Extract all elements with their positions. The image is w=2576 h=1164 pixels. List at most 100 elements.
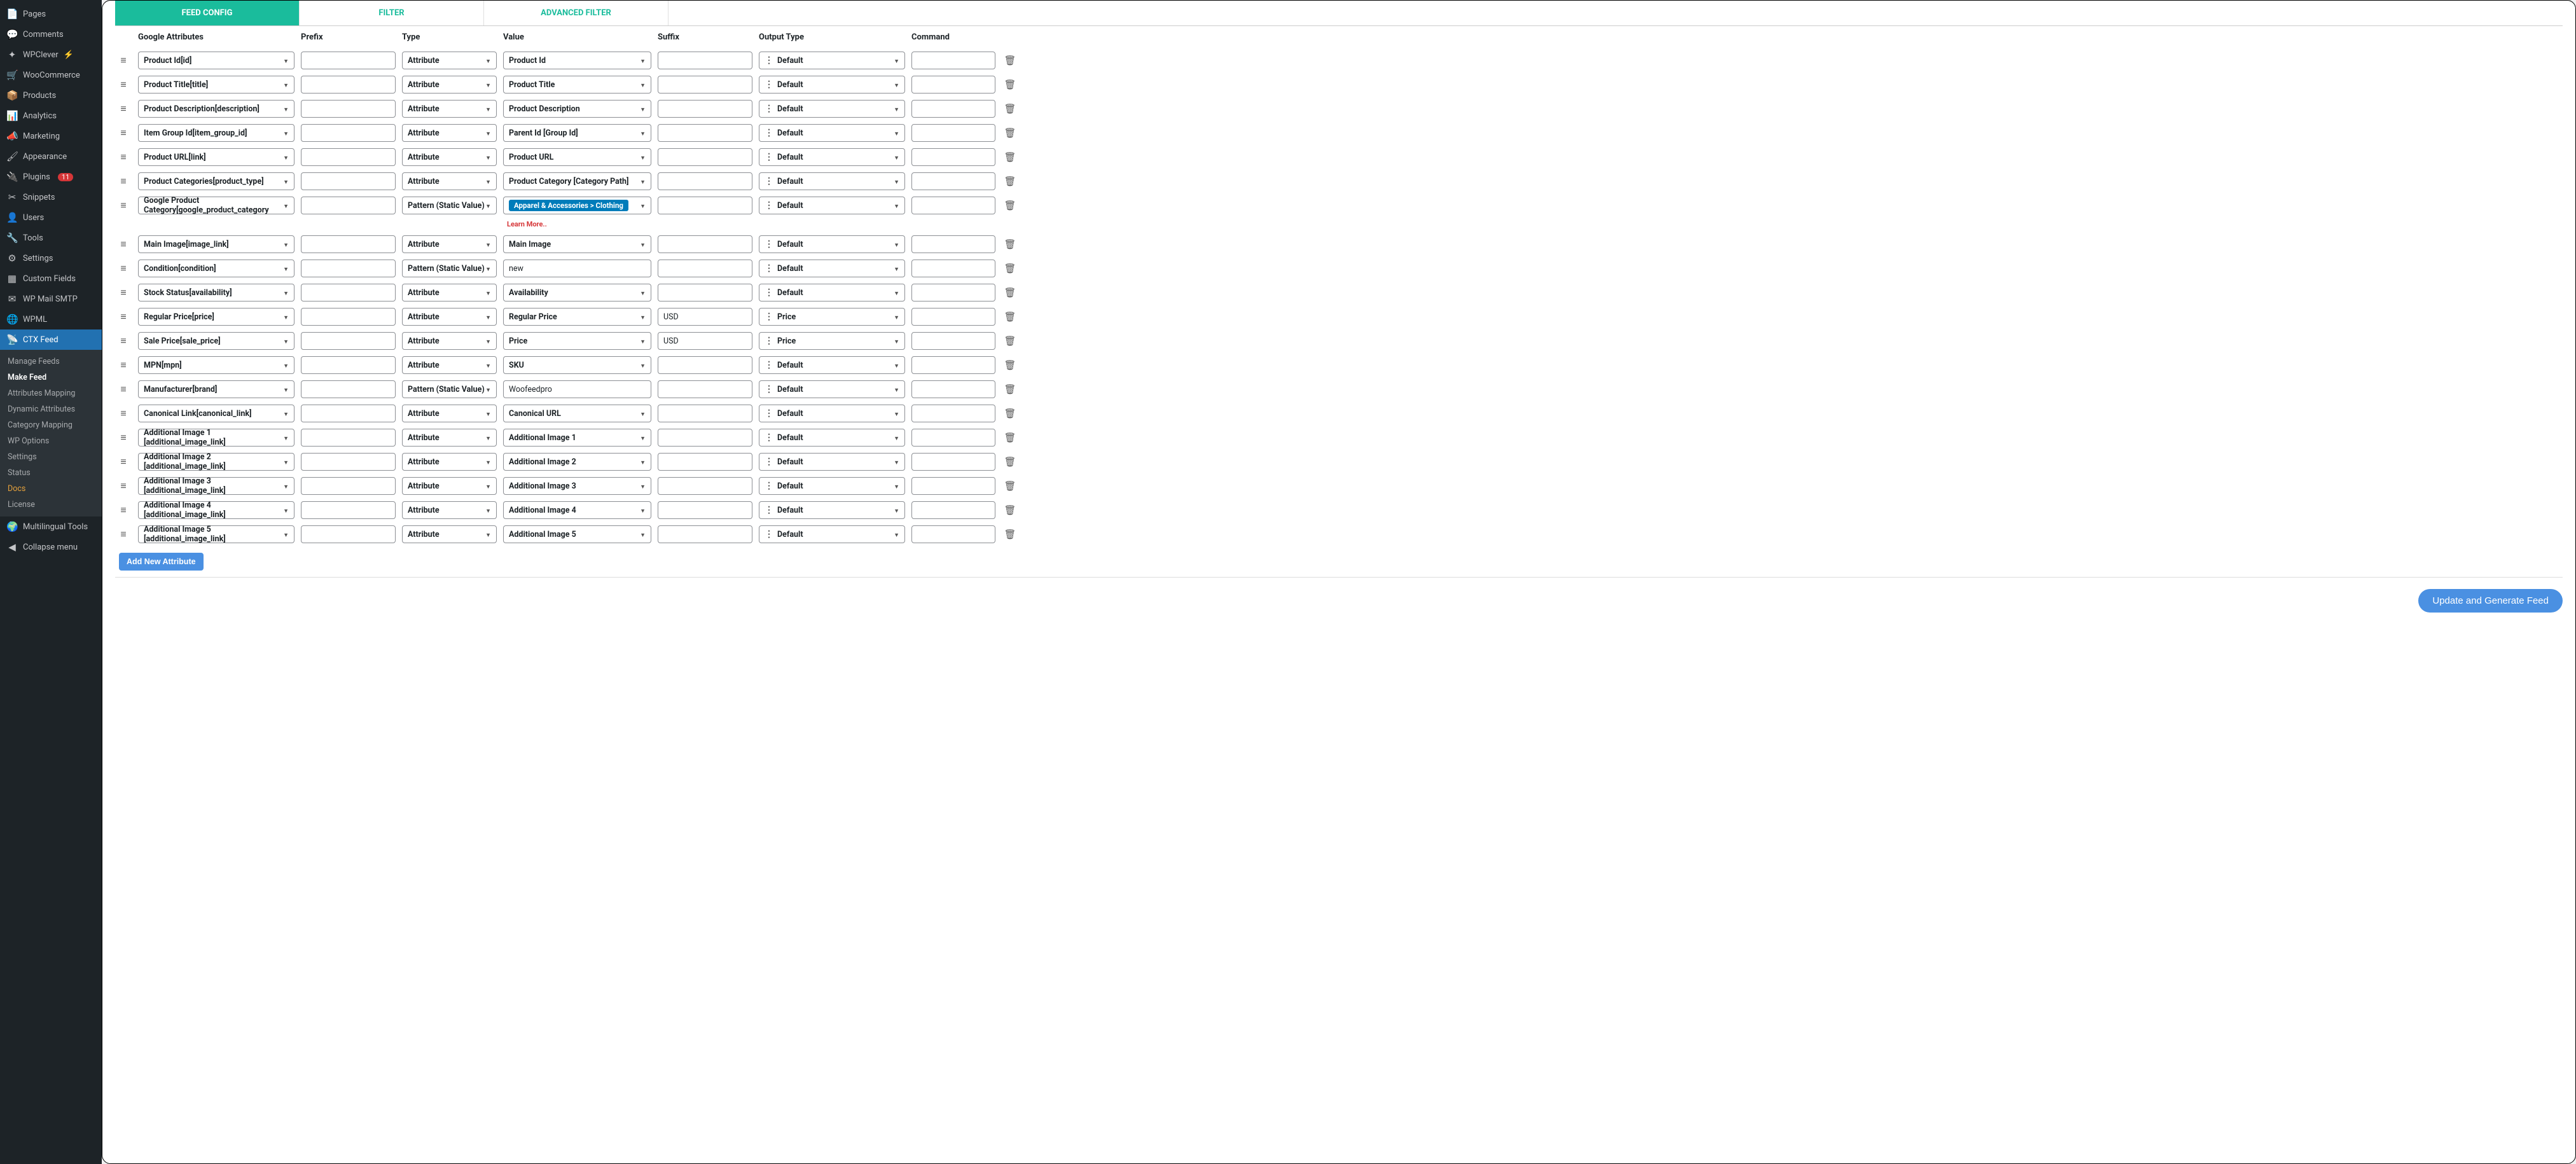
value-select[interactable]: Additional Image 1 [503,429,651,447]
output-type-select[interactable]: ⋮Price [759,332,905,350]
prefix-input[interactable] [301,148,396,166]
suffix-input[interactable] [658,356,752,374]
prefix-input[interactable] [301,525,396,543]
submenu-item-category-mapping[interactable]: Category Mapping [0,417,102,433]
prefix-input[interactable] [301,332,396,350]
delete-row-icon[interactable]: 🗑 [1004,176,1016,187]
google-attribute-select[interactable]: Item Group Id[item_group_id] [138,124,294,142]
sidebar-item-wpml[interactable]: 🌐WPML [0,309,102,329]
submenu-item-status[interactable]: Status [0,465,102,481]
command-input[interactable] [911,332,995,350]
sidebar-item-ctx-feed[interactable]: 📡CTX Feed [0,329,102,350]
command-input[interactable] [911,100,995,118]
sidebar-item-woocommerce[interactable]: 🛒WooCommerce [0,65,102,85]
drag-handle-icon[interactable]: ≡ [120,151,126,163]
sidebar-item-comments[interactable]: 💬Comments [0,24,102,45]
command-input[interactable] [911,197,995,214]
drag-handle-icon[interactable]: ≡ [120,262,126,274]
command-input[interactable] [911,124,995,142]
prefix-input[interactable] [301,260,396,277]
type-select[interactable]: Pattern (Static Value) [402,197,497,214]
sidebar-item-users[interactable]: 👤Users [0,207,102,228]
type-select[interactable]: Attribute [402,284,497,301]
delete-row-icon[interactable]: 🗑 [1004,311,1016,322]
output-type-select[interactable]: ⋮Default [759,284,905,301]
command-input[interactable] [911,405,995,422]
value-select[interactable]: Price [503,332,651,350]
value-select[interactable]: Availability [503,284,651,301]
delete-row-icon[interactable]: 🗑 [1004,200,1016,211]
delete-row-icon[interactable]: 🗑 [1004,456,1016,468]
google-attribute-select[interactable]: Main Image[image_link] [138,235,294,253]
command-input[interactable] [911,380,995,398]
delete-row-icon[interactable]: 🗑 [1004,359,1016,371]
google-attribute-select[interactable]: Regular Price[price] [138,308,294,326]
output-type-select[interactable]: ⋮Default [759,235,905,253]
sidebar-item-wpclever[interactable]: ✦WPClever⚡ [0,45,102,65]
drag-handle-icon[interactable]: ≡ [120,199,126,211]
command-input[interactable] [911,429,995,447]
type-select[interactable]: Attribute [402,308,497,326]
sidebar-item-settings[interactable]: ⚙Settings [0,248,102,268]
drag-handle-icon[interactable]: ≡ [120,359,126,371]
google-attribute-select[interactable]: Product Id[id] [138,52,294,69]
drag-handle-icon[interactable]: ≡ [120,431,126,443]
output-type-select[interactable]: ⋮Default [759,52,905,69]
delete-row-icon[interactable]: 🗑 [1004,79,1016,90]
google-attribute-select[interactable]: Sale Price[sale_price] [138,332,294,350]
type-select[interactable]: Attribute [402,501,497,519]
value-select[interactable]: Product Title [503,76,651,94]
drag-handle-icon[interactable]: ≡ [120,102,126,114]
suffix-input[interactable] [658,124,752,142]
prefix-input[interactable] [301,453,396,471]
output-type-select[interactable]: ⋮Default [759,477,905,495]
type-select[interactable]: Attribute [402,356,497,374]
sidebar-item-snippets[interactable]: ✂Snippets [0,187,102,207]
suffix-input[interactable] [658,525,752,543]
value-select[interactable]: Product Description [503,100,651,118]
type-select[interactable]: Attribute [402,453,497,471]
suffix-input[interactable] [658,380,752,398]
drag-handle-icon[interactable]: ≡ [120,238,126,250]
delete-row-icon[interactable]: 🗑 [1004,432,1016,443]
google-attribute-select[interactable]: Canonical Link[canonical_link] [138,405,294,422]
submenu-item-manage-feeds[interactable]: Manage Feeds [0,354,102,370]
drag-handle-icon[interactable]: ≡ [120,504,126,516]
suffix-input[interactable] [658,52,752,69]
type-select[interactable]: Attribute [402,525,497,543]
type-select[interactable]: Attribute [402,405,497,422]
google-attribute-select[interactable]: Google Product Category[google_product_c… [138,197,294,214]
drag-handle-icon[interactable]: ≡ [120,383,126,395]
suffix-input[interactable] [658,148,752,166]
suffix-input[interactable] [658,453,752,471]
sidebar-item-wp-mail-smtp[interactable]: ✉WP Mail SMTP [0,289,102,309]
type-select[interactable]: Attribute [402,429,497,447]
type-select[interactable]: Attribute [402,332,497,350]
output-type-select[interactable]: ⋮Default [759,525,905,543]
type-select[interactable]: Attribute [402,172,497,190]
type-select[interactable]: Attribute [402,124,497,142]
type-select[interactable]: Attribute [402,148,497,166]
suffix-input[interactable] [658,405,752,422]
suffix-input[interactable] [658,76,752,94]
google-attribute-select[interactable]: Additional Image 4 [additional_image_lin… [138,501,294,519]
drag-handle-icon[interactable]: ≡ [120,54,126,66]
sidebar-item-marketing[interactable]: 📣Marketing [0,126,102,146]
google-attribute-select[interactable]: Additional Image 1 [additional_image_lin… [138,429,294,447]
value-select[interactable]: Canonical URL [503,405,651,422]
sidebar-item-collapse-menu[interactable]: ◀Collapse menu [0,537,102,557]
drag-handle-icon[interactable]: ≡ [120,286,126,298]
google-attribute-select[interactable]: Product URL[link] [138,148,294,166]
type-select[interactable]: Pattern (Static Value) [402,260,497,277]
prefix-input[interactable] [301,308,396,326]
submenu-item-attributes-mapping[interactable]: Attributes Mapping [0,385,102,401]
prefix-input[interactable] [301,76,396,94]
output-type-select[interactable]: ⋮Default [759,260,905,277]
drag-handle-icon[interactable]: ≡ [120,528,126,540]
drag-handle-icon[interactable]: ≡ [120,407,126,419]
value-select[interactable]: Parent Id [Group Id] [503,124,651,142]
value-select[interactable]: Product Id [503,52,651,69]
value-select[interactable]: Product Category [Category Path] [503,172,651,190]
google-attribute-select[interactable]: Manufacturer[brand] [138,380,294,398]
command-input[interactable] [911,453,995,471]
